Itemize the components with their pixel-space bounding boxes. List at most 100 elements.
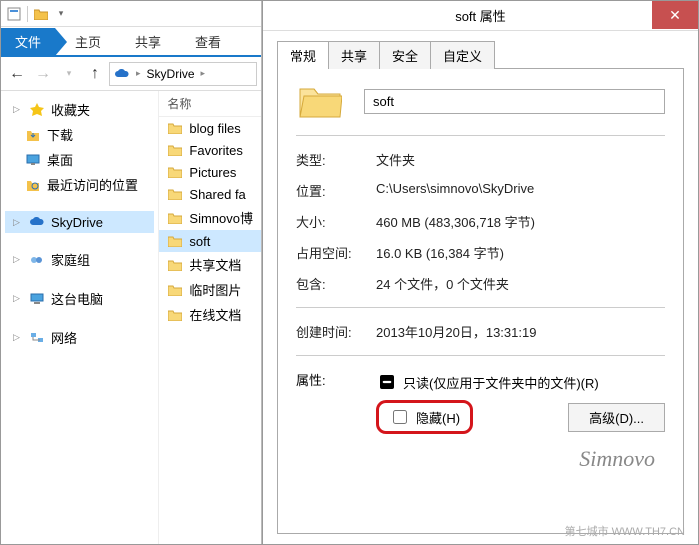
explorer-window: ▾ 文件 主页 共享 查看 ← → ▾ ↑ ▸ SkyDrive ▸ ▷ 收藏	[1, 1, 262, 544]
tab-share[interactable]: 共享	[121, 28, 175, 55]
value-location: C:\Users\simnovo\SkyDrive	[376, 181, 665, 200]
file-list: 名称 blog files Favorites Pictures Shared fa S…	[158, 91, 261, 544]
properties-icon[interactable]	[5, 5, 23, 23]
nav-skydrive[interactable]: ▷ SkyDrive	[5, 211, 154, 233]
file-name: Pictures	[189, 165, 236, 180]
folder-icon	[167, 186, 183, 202]
column-header-name[interactable]: 名称	[159, 91, 261, 117]
nav-forward-button[interactable]: →	[31, 62, 55, 86]
value-contains: 24 个文件，0 个文件夹	[376, 274, 665, 293]
file-name: blog files	[189, 121, 240, 136]
nav-back-button[interactable]: ←	[5, 62, 29, 86]
tab-home[interactable]: 主页	[61, 28, 115, 55]
readonly-checkbox-input[interactable]	[380, 375, 394, 389]
value-type: 文件夹	[376, 150, 665, 169]
quick-access-toolbar: ▾	[5, 5, 70, 23]
recent-icon	[25, 177, 41, 193]
new-folder-icon[interactable]	[32, 5, 50, 23]
address-segment[interactable]: SkyDrive	[147, 67, 195, 81]
folder-icon	[167, 282, 183, 298]
label-attributes: 属性:	[296, 370, 376, 389]
explorer-titlebar: ▾	[1, 1, 261, 27]
properties-tabs: 常规 共享 安全 自定义	[277, 41, 684, 69]
nav-recent-chevron[interactable]: ▾	[57, 62, 81, 86]
tab-content-general: soft 类型:文件夹 位置:C:\Users\simnovo\SkyDrive…	[277, 69, 684, 534]
value-ondisk: 16.0 KB (16,384 字节)	[376, 243, 665, 262]
checkbox-readonly[interactable]: 只读(仅应用于文件夹中的文件)(R)	[376, 370, 665, 394]
value-size: 460 MB (483,306,718 字节)	[376, 212, 665, 231]
address-chevron-icon[interactable]: ▸	[201, 68, 206, 79]
nav-downloads[interactable]: 下载	[5, 122, 154, 147]
file-item[interactable]: Simnovo博	[159, 205, 261, 230]
watermark-text: Simnovo	[579, 446, 655, 472]
tab-file[interactable]: 文件	[1, 28, 55, 55]
folder-icon	[167, 120, 183, 136]
value-created: 2013年10月20日，13:31:19	[376, 322, 665, 341]
file-name: 临时图片	[189, 280, 241, 299]
nav-up-button[interactable]: ↑	[83, 62, 107, 86]
folder-icon	[167, 142, 183, 158]
computer-icon	[29, 291, 45, 307]
nav-recent[interactable]: 最近访问的位置	[5, 172, 154, 197]
close-icon: ✕	[669, 7, 681, 24]
advanced-button[interactable]: 高级(D)...	[568, 403, 665, 432]
file-item[interactable]: 临时图片	[159, 277, 261, 302]
file-item[interactable]: 共享文档	[159, 252, 261, 277]
label-ondisk: 占用空间:	[296, 243, 376, 262]
tab-security[interactable]: 安全	[379, 41, 431, 69]
skydrive-icon	[114, 66, 130, 82]
file-name: 共享文档	[189, 255, 241, 274]
homegroup-icon	[29, 252, 45, 268]
skydrive-icon	[29, 214, 45, 230]
label-created: 创建时间:	[296, 322, 376, 341]
downloads-icon	[25, 127, 41, 143]
nav-thispc[interactable]: ▷ 这台电脑	[5, 286, 154, 311]
file-item[interactable]: soft	[159, 230, 261, 252]
label-size: 大小:	[296, 212, 376, 231]
checkbox-hidden[interactable]: 隐藏(H)	[389, 407, 460, 427]
desktop-icon	[25, 152, 41, 168]
folder-icon	[167, 164, 183, 180]
folder-icon	[167, 210, 183, 226]
label-location: 位置:	[296, 181, 376, 200]
footer-attribution: 第七城市 WWW.TH7.CN	[565, 523, 685, 539]
file-item[interactable]: blog files	[159, 117, 261, 139]
folder-name-input[interactable]: soft	[364, 89, 665, 114]
file-item[interactable]: Pictures	[159, 161, 261, 183]
label-type: 类型:	[296, 150, 376, 169]
tab-customize[interactable]: 自定义	[430, 41, 495, 69]
folder-large-icon	[296, 81, 344, 121]
file-name: soft	[189, 234, 210, 249]
qat-customize-chevron[interactable]: ▾	[52, 5, 70, 23]
file-name: 在线文档	[189, 305, 241, 324]
folder-icon	[167, 257, 183, 273]
tab-view[interactable]: 查看	[181, 28, 235, 55]
folder-icon	[167, 233, 183, 249]
nav-network[interactable]: ▷ 网络	[5, 325, 154, 350]
properties-dialog: soft 属性 ✕ 常规 共享 安全 自定义 soft 类型:文件夹 位置:C:…	[262, 1, 698, 544]
folder-icon	[167, 307, 183, 323]
address-chevron-icon[interactable]: ▸	[136, 68, 141, 79]
tab-sharing[interactable]: 共享	[328, 41, 380, 69]
tab-general[interactable]: 常规	[277, 41, 329, 69]
nav-desktop[interactable]: 桌面	[5, 147, 154, 172]
nav-homegroup[interactable]: ▷ 家庭组	[5, 247, 154, 272]
file-item[interactable]: Favorites	[159, 139, 261, 161]
file-name: Favorites	[189, 143, 242, 158]
network-icon	[29, 330, 45, 346]
properties-title-text: soft 属性	[455, 6, 506, 25]
file-name: Shared fa	[189, 187, 245, 202]
file-item[interactable]: 在线文档	[159, 302, 261, 327]
navigation-pane: ▷ 收藏夹 下载 桌面 最近访问的位置	[1, 91, 158, 544]
label-contains: 包含:	[296, 274, 376, 293]
hidden-checkbox-input[interactable]	[393, 410, 407, 424]
qat-separator	[27, 6, 28, 22]
close-button[interactable]: ✕	[652, 1, 698, 29]
highlighted-hidden-option: 隐藏(H)	[376, 400, 473, 434]
explorer-body: ▷ 收藏夹 下载 桌面 最近访问的位置	[1, 91, 261, 544]
star-icon	[29, 102, 45, 118]
nav-favorites[interactable]: ▷ 收藏夹	[5, 97, 154, 122]
properties-titlebar: soft 属性 ✕	[263, 1, 698, 31]
file-item[interactable]: Shared fa	[159, 183, 261, 205]
address-field[interactable]: ▸ SkyDrive ▸	[109, 62, 257, 86]
